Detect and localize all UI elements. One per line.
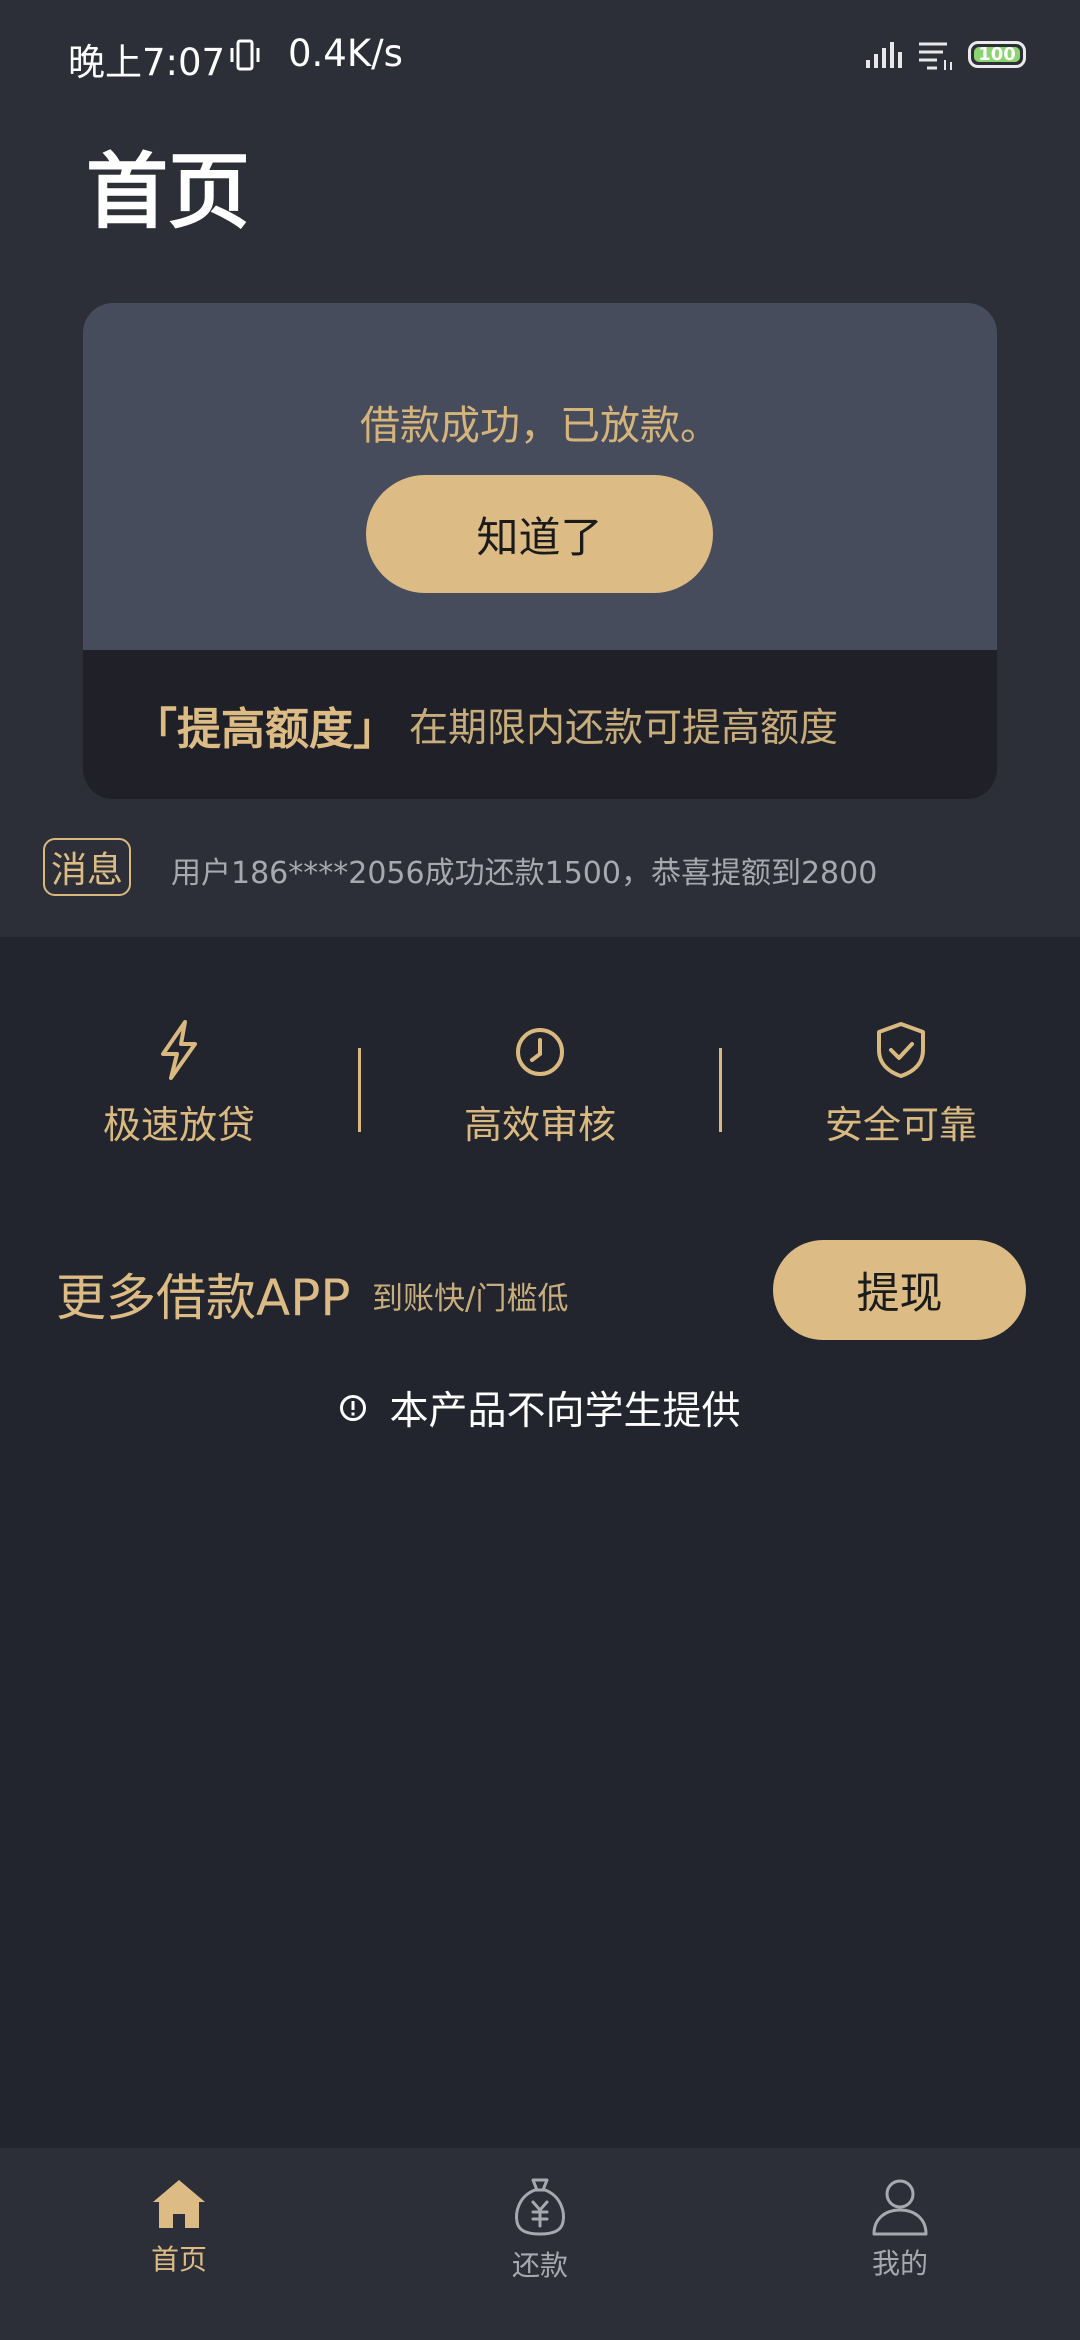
signal-icon	[865, 40, 903, 74]
raise-limit-title: 「提高额度」	[133, 703, 397, 755]
student-notice: 本产品不向学生提供	[0, 1380, 1080, 1436]
battery-indicator: 100	[968, 41, 1026, 68]
vibrate-icon	[228, 38, 262, 76]
status-bar: 晚上7:07 0.4K/s 100	[0, 0, 1080, 115]
clock-icon	[516, 1028, 564, 1076]
raise-limit-tip: 在期限内还款可提高额度	[409, 705, 839, 751]
feature-label: 高效审核	[463, 1103, 616, 1147]
top-area: 晚上7:07 0.4K/s 100 首页 借款成功，已放款。 知道了 「提高额度…	[0, 0, 1080, 937]
loan-status-card: 借款成功，已放款。 知道了 「提高额度」 在期限内还款可提高额度	[83, 303, 997, 799]
status-time: 晚上7:07	[68, 41, 226, 84]
bottom-nav: 首页 还款 我的	[0, 2148, 1080, 2340]
feature-efficient-review: 高效审核	[390, 1018, 690, 1149]
card-lower-section: 「提高额度」 在期限内还款可提高额度	[83, 650, 997, 799]
feature-divider	[358, 1048, 361, 1132]
loan-success-message: 借款成功，已放款。	[360, 403, 720, 449]
more-loan-apps-title: 更多借款APP	[56, 1269, 351, 1327]
card-upper-section: 借款成功，已放款。 知道了	[83, 303, 997, 650]
withdraw-button[interactable]: 提现	[773, 1240, 1026, 1340]
feature-safe-reliable: 安全可靠	[751, 1018, 1051, 1149]
money-bag-icon	[515, 2178, 565, 2236]
message-badge: 消息	[43, 838, 131, 896]
nav-item-repay[interactable]: 还款	[440, 2176, 640, 2284]
more-loan-apps-subtitle: 到账快/门槛低	[372, 1281, 569, 1317]
feature-label: 极速放贷	[102, 1103, 255, 1147]
home-icon	[153, 2180, 205, 2228]
person-icon	[872, 2179, 928, 2236]
network-speed: 0.4K/s	[288, 32, 403, 75]
wifi-icon	[917, 38, 955, 76]
message-ticker-text[interactable]: 用户186****2056成功还款1500，恭喜提额到2800	[171, 848, 877, 892]
got-it-button[interactable]: 知道了	[366, 475, 713, 593]
page-title: 首页	[86, 145, 251, 240]
shield-check-icon	[877, 1022, 925, 1078]
nav-item-home[interactable]: 首页	[79, 2176, 279, 2278]
exclamation-circle-icon	[340, 1395, 367, 1421]
feature-fast-loan: 极速放贷	[29, 1018, 329, 1149]
notice-text: 本产品不向学生提供	[389, 1389, 741, 1434]
feature-label: 安全可靠	[824, 1103, 977, 1147]
feature-divider	[719, 1048, 722, 1132]
lightning-icon	[161, 1020, 197, 1080]
nav-item-mine[interactable]: 我的	[800, 2176, 1000, 2282]
